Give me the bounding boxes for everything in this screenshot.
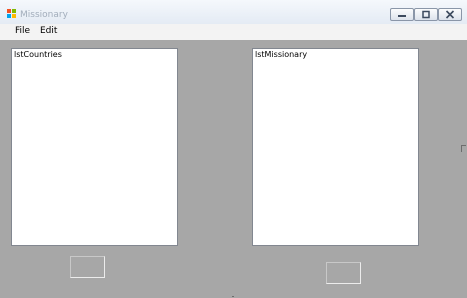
minimize-button[interactable]	[390, 8, 414, 21]
menu-edit[interactable]: Edit	[40, 26, 57, 36]
app-icon	[7, 9, 17, 19]
missionary-listbox-label: lstMissionary	[255, 50, 308, 59]
left-button[interactable]	[70, 256, 105, 278]
title-bar[interactable]: Missionary	[0, 0, 467, 25]
window-title: Missionary	[20, 10, 68, 20]
main-window: Missionary File Edit lstCountries lstMis…	[0, 0, 467, 298]
close-button[interactable]	[438, 8, 462, 21]
countries-listbox-label: lstCountries	[14, 50, 62, 59]
countries-listbox[interactable]: lstCountries	[11, 48, 178, 246]
restore-icon	[422, 10, 430, 19]
menu-file[interactable]: File	[15, 26, 30, 36]
right-button[interactable]	[326, 262, 361, 284]
close-icon	[445, 10, 455, 19]
restore-button[interactable]	[414, 8, 438, 21]
missionary-listbox[interactable]: lstMissionary	[252, 48, 419, 246]
scrollbar-edge	[461, 145, 466, 152]
menu-bar: File Edit	[0, 24, 467, 40]
bottom-edge-mark	[232, 296, 234, 297]
minimize-icon	[398, 14, 406, 17]
